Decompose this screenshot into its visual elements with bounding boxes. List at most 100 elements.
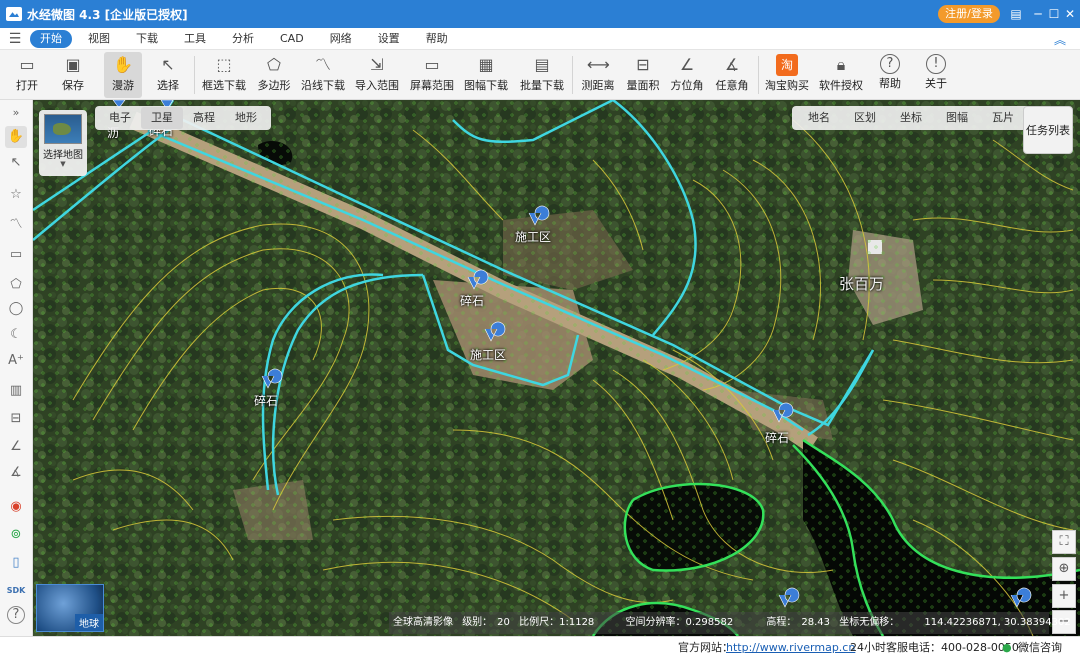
info-icon: !: [926, 54, 946, 74]
batch-icon: ▤: [534, 55, 550, 74]
offset-label: 坐标无偏移：: [839, 617, 900, 628]
globe-minimap[interactable]: 地球: [36, 584, 104, 632]
azimuth-icon: ∠: [679, 55, 695, 74]
import-range-button[interactable]: ⇲ 导入范围: [354, 52, 400, 98]
menu-network[interactable]: 网络: [320, 30, 362, 48]
crescent-icon[interactable]: ☾: [5, 324, 27, 346]
area-icon: ⊟: [636, 55, 650, 74]
map-view[interactable]: 施工区 碎石 施工区 碎石 碎石 碎石 沥 张百万 电子 卫星 高程 地形 地名…: [33, 100, 1080, 636]
taobao-icon: 淘: [776, 54, 798, 76]
app-icon[interactable]: ◉: [5, 496, 27, 518]
map-label-construction: 施工区: [470, 348, 507, 362]
menu-cad[interactable]: CAD: [270, 30, 314, 48]
taobao-button[interactable]: 淘淘宝购买: [764, 52, 810, 98]
expand-icon[interactable]: »: [5, 102, 27, 124]
box-download-button[interactable]: ⬚ 框选下载: [200, 52, 248, 98]
overlay-coordinates[interactable]: 坐标: [888, 107, 934, 129]
website-label: 官方网站：: [678, 641, 733, 654]
menu-tools[interactable]: 工具: [174, 30, 216, 48]
select-map-button[interactable]: 选择地图 ▼: [39, 110, 87, 176]
overlay-sheets[interactable]: 图幅: [934, 107, 980, 129]
grid-icon: ▦: [478, 55, 494, 74]
ruler-icon[interactable]: ▥: [5, 380, 27, 402]
area-icon[interactable]: ⊟: [5, 408, 27, 430]
imagery-source: 全球高清影像: [393, 617, 453, 628]
hand-icon[interactable]: ✋: [5, 126, 27, 148]
zoom-in-icon[interactable]: +: [1052, 584, 1076, 608]
cursor-icon[interactable]: ↖: [5, 152, 27, 174]
sheet-download-button[interactable]: ▦ 图幅下载: [462, 52, 510, 98]
toolbar-divider: [572, 56, 573, 94]
import-icon: ⇲: [370, 55, 384, 74]
license-button[interactable]: 🔒︎ 软件授权: [818, 52, 864, 98]
polygon-icon[interactable]: ⬠: [5, 274, 27, 296]
ribbon-toolbar: ▭ 打开 ▣ 保存 ✋ 漫游 ↖ 选择 ⬚ 框选下载 ⬠ 多边形 〽沿线下载 ⇲ 导入范围 ▭…: [0, 50, 1080, 100]
menu-settings[interactable]: 设置: [368, 30, 410, 48]
status-bar: 官方网站： http://www.rivermap.cn 24小时客服电话：40…: [0, 636, 1080, 659]
task-list-button[interactable]: 任务列表: [1023, 106, 1073, 154]
full-extent-icon[interactable]: ⛶: [1052, 530, 1076, 554]
ruler-icon: ⟷: [587, 55, 610, 74]
map-type-satellite[interactable]: 卫星: [141, 107, 183, 129]
azimuth-button[interactable]: ∠ 方位角: [668, 52, 706, 98]
overlay-placenames[interactable]: 地名: [796, 107, 842, 129]
menu-start[interactable]: 开始: [30, 29, 72, 48]
window-title: 水经微图 4.3 [企业版已授权]: [27, 7, 188, 22]
website-link[interactable]: http://www.rivermap.cn: [726, 637, 855, 659]
folder-icon: ▭: [19, 55, 35, 74]
link-icon[interactable]: ⊚: [5, 524, 27, 546]
login-button[interactable]: 注册/登录: [938, 5, 1000, 23]
hamburger-menu-icon[interactable]: ☰: [0, 31, 30, 47]
wechat-consult[interactable]: 微信咨询: [1018, 637, 1062, 659]
help-icon[interactable]: ?: [7, 606, 25, 624]
map-type-elevation[interactable]: 高程: [183, 107, 225, 129]
rectangle-icon[interactable]: ▭: [5, 244, 27, 266]
menu-help[interactable]: 帮助: [416, 30, 458, 48]
menu-download[interactable]: 下载: [126, 30, 168, 48]
overlay-tiles[interactable]: 瓦片: [980, 107, 1026, 129]
line-download-button[interactable]: 〽沿线下载: [300, 52, 346, 98]
sdk-icon[interactable]: SDK: [5, 580, 27, 602]
menu-bar: ☰ 开始 视图 下载 工具 分析 CAD 网络 设置 帮助 ︽: [0, 28, 1080, 50]
polyline-icon[interactable]: 〽: [5, 214, 27, 236]
polyline-icon: 〽: [314, 55, 331, 74]
about-button[interactable]: ! 关于: [920, 52, 952, 98]
angle-icon[interactable]: ∡: [5, 462, 27, 484]
title-bar: 水经微图 4.3 [企业版已授权] 注册/登录 ▤ ─ ☐ ✕: [0, 0, 1080, 28]
azimuth-icon[interactable]: ∠: [5, 436, 27, 458]
measure-distance-button[interactable]: ⟷ 测距离: [578, 52, 618, 98]
phone-icon[interactable]: ▯: [5, 552, 27, 574]
map-type-switcher: 电子 卫星 高程 地形: [95, 106, 271, 130]
overlay-districts[interactable]: 区划: [842, 107, 888, 129]
polygon-download-button[interactable]: ⬠ 多边形: [254, 52, 294, 98]
star-polygon-icon[interactable]: ☆: [5, 184, 27, 206]
help-button[interactable]: ? 帮助: [874, 52, 906, 98]
save-button[interactable]: ▣ 保存: [56, 52, 90, 98]
open-button[interactable]: ▭ 打开: [10, 52, 44, 98]
save-icon: ▣: [65, 55, 81, 74]
circle-icon[interactable]: ◯: [5, 298, 27, 320]
map-type-terrain[interactable]: 地形: [225, 107, 267, 129]
toolbar-divider: [194, 56, 195, 94]
toolbar-divider: [758, 56, 759, 94]
skin-icon[interactable]: ▤: [1006, 4, 1026, 24]
collapse-ribbon-icon[interactable]: ︽: [1054, 31, 1066, 48]
map-type-electronic[interactable]: 电子: [99, 107, 141, 129]
map-label-gravel: 碎石: [460, 294, 485, 308]
angle-button[interactable]: ∡ 任意角: [712, 52, 752, 98]
wechat-icon[interactable]: ●: [1002, 637, 1012, 659]
locate-icon[interactable]: ⊕: [1052, 557, 1076, 581]
menu-view[interactable]: 视图: [78, 30, 120, 48]
close-icon[interactable]: ✕: [1060, 4, 1080, 24]
screen-range-button[interactable]: ▭ 屏幕范围: [408, 52, 456, 98]
batch-download-button[interactable]: ▤ 批量下载: [518, 52, 566, 98]
spatial-resolution: 空间分辨率：0.298582: [625, 617, 734, 628]
pan-button[interactable]: ✋ 漫游: [104, 52, 142, 98]
hotline-text: 24小时客服电话：400-028-0050: [850, 641, 1019, 654]
measure-area-button[interactable]: ⊟ 量面积: [624, 52, 662, 98]
menu-analysis[interactable]: 分析: [222, 30, 264, 48]
dropdown-arrow-icon: ▼: [60, 160, 66, 168]
text-icon[interactable]: A⁺: [5, 350, 27, 372]
select-button[interactable]: ↖ 选择: [150, 52, 186, 98]
map-label-gravel: 碎石: [254, 394, 279, 408]
